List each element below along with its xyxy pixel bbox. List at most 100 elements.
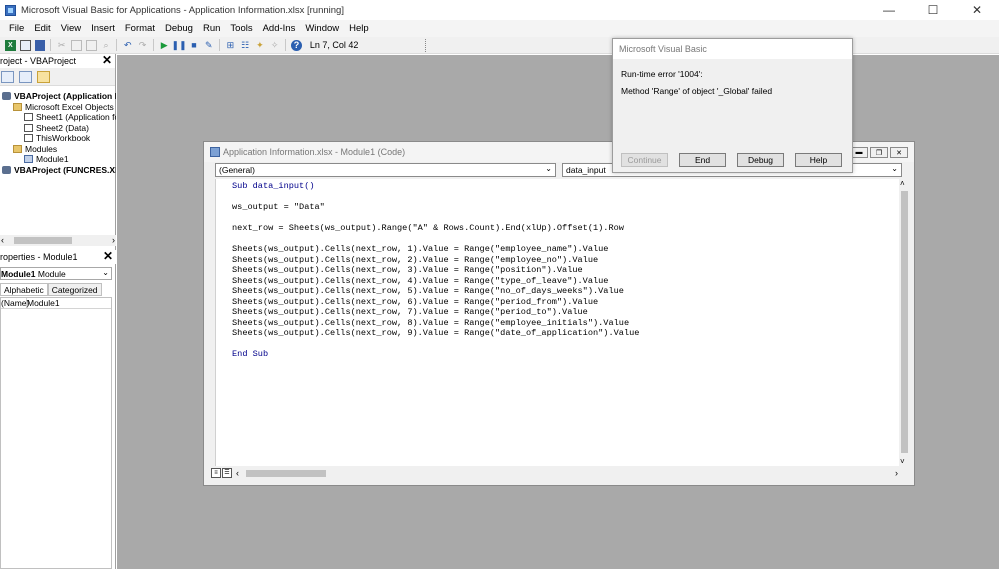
scroll-thumb[interactable]: [246, 470, 326, 477]
menu-tools[interactable]: Tools: [225, 23, 257, 34]
menu-format[interactable]: Format: [120, 23, 160, 34]
run-icon[interactable]: ▶: [159, 40, 170, 51]
paste-icon[interactable]: [85, 39, 97, 51]
menu-help[interactable]: Help: [344, 23, 374, 34]
code-line[interactable]: Sheets(ws_output).Cells(next_row, 1).Val…: [232, 244, 899, 255]
tree-item[interactable]: VBAProject (Application In: [2, 90, 116, 101]
tree-item[interactable]: Module1: [24, 153, 69, 164]
code-line[interactable]: [232, 339, 899, 350]
code-hscrollbar[interactable]: ‹ ›: [235, 468, 899, 479]
code-line[interactable]: Sheets(ws_output).Cells(next_row, 7).Val…: [232, 307, 899, 318]
undo-icon[interactable]: ↶: [122, 40, 133, 51]
break-icon[interactable]: ❚❚: [172, 40, 187, 51]
chevron-down-icon[interactable]: ⌄: [891, 164, 898, 173]
menu-window[interactable]: Window: [300, 23, 344, 34]
chevron-down-icon[interactable]: ⌄: [102, 268, 109, 277]
sheet-icon: [24, 112, 33, 121]
window-title-bar: Microsoft Visual Basic for Applications …: [0, 0, 999, 20]
code-restore-button[interactable]: ❐: [870, 147, 888, 158]
view-object-icon[interactable]: [19, 70, 32, 83]
code-editor[interactable]: Sub data_input() ws_output = "Data" next_r…: [215, 179, 899, 466]
properties-object-select[interactable]: Module1 Module ⌄: [0, 267, 112, 280]
properties-window-icon[interactable]: ☷: [240, 40, 251, 51]
full-module-view-icon[interactable]: ☰: [222, 468, 232, 478]
object-combo[interactable]: (General) ⌄: [215, 163, 556, 177]
object-browser-icon[interactable]: ✦: [255, 40, 266, 51]
find-icon[interactable]: ⌕: [101, 40, 112, 51]
help-button[interactable]: Help: [795, 153, 842, 167]
scroll-right-icon[interactable]: ›: [895, 468, 898, 478]
project-tree: VBAProject (Application In Microsoft Exce…: [0, 86, 116, 236]
property-value[interactable]: Module1: [27, 298, 60, 308]
tree-item[interactable]: Sheet1 (Application for: [24, 111, 116, 122]
window-controls: — ☐ ✕: [867, 0, 999, 20]
project-icon: [2, 165, 11, 174]
excel-view-icon[interactable]: X: [5, 39, 16, 51]
tab-alphabetic[interactable]: Alphabetic: [0, 283, 48, 296]
redo-icon[interactable]: ↷: [137, 40, 148, 51]
tab-categorized[interactable]: Categorized: [47, 283, 102, 296]
chevron-down-icon[interactable]: ⌄: [545, 164, 552, 173]
code-line[interactable]: Sheets(ws_output).Cells(next_row, 4).Val…: [232, 276, 899, 287]
save-icon[interactable]: [34, 39, 46, 51]
code-line[interactable]: Sheets(ws_output).Cells(next_row, 9).Val…: [232, 328, 899, 339]
procedure-combo-value: data_input: [566, 165, 606, 175]
menu-edit[interactable]: Edit: [29, 23, 55, 34]
help-icon[interactable]: ?: [291, 39, 302, 51]
end-button[interactable]: End: [679, 153, 726, 167]
code-window-icon: [210, 147, 220, 157]
menu-debug[interactable]: Debug: [160, 23, 198, 34]
scroll-down-icon[interactable]: ˅: [900, 457, 905, 466]
code-line[interactable]: next_row = Sheets(ws_output).Range("A" &…: [232, 223, 899, 234]
menu-run[interactable]: Run: [198, 23, 225, 34]
code-window-title: Application Information.xlsx - Module1 (…: [223, 147, 406, 157]
toolbox-icon[interactable]: ✧: [269, 40, 280, 51]
insert-module-icon[interactable]: [19, 39, 31, 51]
cut-icon[interactable]: ✂: [56, 40, 67, 51]
scroll-thumb[interactable]: [14, 237, 72, 244]
menu-view[interactable]: View: [56, 23, 86, 34]
toolbar-grip-icon[interactable]: [425, 38, 430, 52]
procedure-view-icon[interactable]: ≡: [211, 468, 221, 478]
reset-icon[interactable]: ■: [189, 40, 200, 51]
code-close-button[interactable]: ✕: [890, 147, 908, 158]
code-line[interactable]: Sheets(ws_output).Cells(next_row, 3).Val…: [232, 265, 899, 276]
code-line[interactable]: [232, 192, 899, 203]
menu-insert[interactable]: Insert: [86, 23, 120, 34]
minimize-button[interactable]: —: [867, 0, 911, 20]
vba-app-icon: [5, 4, 16, 16]
code-line[interactable]: [232, 213, 899, 224]
property-key: (Name): [1, 298, 30, 308]
left-dock: roject - VBAProject ✕ VBAProject (Applic…: [0, 54, 116, 569]
code-vscrollbar[interactable]: ˄ ˅: [899, 179, 910, 466]
menu-add-ins[interactable]: Add-Ins: [258, 23, 301, 34]
copy-icon[interactable]: [71, 39, 82, 51]
design-mode-icon[interactable]: ✎: [203, 40, 214, 51]
menu-file[interactable]: File: [4, 23, 29, 34]
properties-close-icon[interactable]: ✕: [103, 250, 113, 263]
tree-item[interactable]: VBAProject (FUNCRES.XLAI: [2, 164, 116, 175]
code-line[interactable]: Sub data_input(): [232, 181, 899, 192]
maximize-button[interactable]: ☐: [911, 0, 955, 20]
view-code-icon[interactable]: [1, 70, 14, 83]
code-line[interactable]: End Sub: [232, 349, 899, 360]
scroll-right-icon[interactable]: ›: [112, 235, 115, 245]
scroll-thumb[interactable]: [901, 191, 908, 453]
code-line[interactable]: [232, 234, 899, 245]
code-line[interactable]: Sheets(ws_output).Cells(next_row, 5).Val…: [232, 286, 899, 297]
scroll-left-icon[interactable]: ‹: [1, 235, 4, 245]
scroll-left-icon[interactable]: ‹: [236, 468, 239, 478]
close-button[interactable]: ✕: [955, 0, 999, 20]
code-line[interactable]: Sheets(ws_output).Cells(next_row, 6).Val…: [232, 297, 899, 308]
code-line[interactable]: Sheets(ws_output).Cells(next_row, 2).Val…: [232, 255, 899, 266]
toggle-folders-icon[interactable]: [37, 70, 50, 83]
property-row[interactable]: (Name) Module1: [1, 298, 111, 309]
tree-item[interactable]: ThisWorkbook: [24, 132, 90, 143]
project-tree-hscrollbar[interactable]: ‹ ›: [0, 235, 116, 246]
code-line[interactable]: ws_output = "Data": [232, 202, 899, 213]
project-explorer-icon[interactable]: ⊞: [225, 40, 236, 51]
debug-button[interactable]: Debug: [737, 153, 784, 167]
scroll-up-icon[interactable]: ˄: [900, 179, 905, 188]
project-explorer-close-icon[interactable]: ✕: [102, 54, 112, 67]
code-line[interactable]: Sheets(ws_output).Cells(next_row, 8).Val…: [232, 318, 899, 329]
